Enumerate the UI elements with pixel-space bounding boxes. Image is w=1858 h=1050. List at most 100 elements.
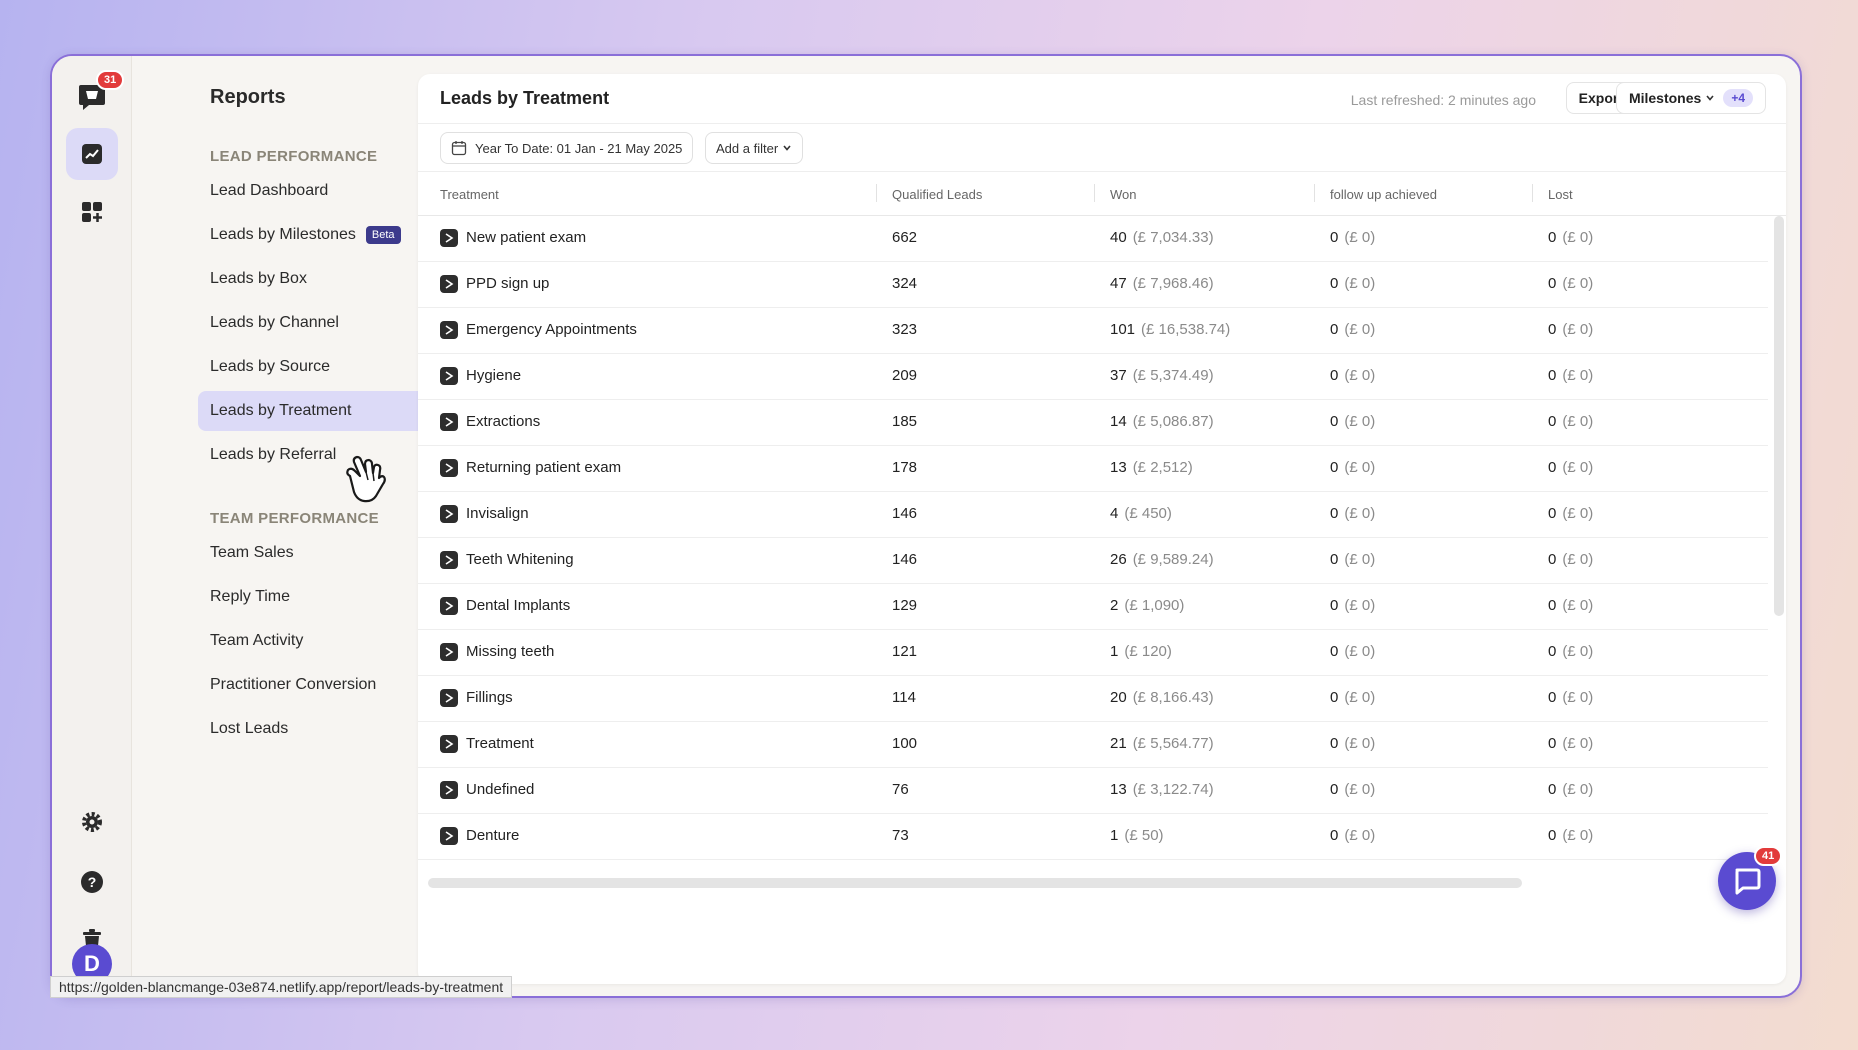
lost-cell: 0 (£ 0) xyxy=(1548,367,1593,384)
lost-count: 0 xyxy=(1548,551,1557,568)
follow-up-cell: 0 (£ 0) xyxy=(1330,275,1375,292)
table-row[interactable]: Treatment 100 21 (£ 5,564.77) 0 (£ 0) 0 (£ 0) xyxy=(418,722,1768,768)
follow-up-count: 0 xyxy=(1330,229,1339,246)
won-cell: 13 (£ 2,512) xyxy=(1110,459,1193,476)
column-header-qualified-leads[interactable]: Qualified Leads xyxy=(892,187,982,202)
report-header: Leads by Treatment Last refreshed: 2 min… xyxy=(418,74,1786,124)
gear-icon xyxy=(82,812,102,832)
treatment-name: Undefined xyxy=(466,781,535,798)
won-amount: (£ 50) xyxy=(1124,827,1164,844)
vertical-scrollbar[interactable] xyxy=(1774,216,1784,616)
follow-up-cell: 0 (£ 0) xyxy=(1330,551,1375,568)
won-count: 14 xyxy=(1110,413,1127,430)
follow-up-amount: (£ 0) xyxy=(1344,643,1376,660)
treatment-icon xyxy=(440,643,458,661)
qualified-leads-value: 323 xyxy=(892,321,918,338)
apps-rail-button[interactable] xyxy=(66,186,118,238)
svg-text:?: ? xyxy=(88,874,97,890)
follow-up-count: 0 xyxy=(1330,505,1339,522)
won-cell: 21 (£ 5,564.77) xyxy=(1110,735,1214,752)
lost-amount: (£ 0) xyxy=(1562,735,1594,752)
nav-leads-by-milestones[interactable]: Leads by Milestones Beta xyxy=(198,215,448,255)
reports-sidebar: Reports LEAD PERFORMANCE Lead Dashboard … xyxy=(132,56,448,996)
nav-lost-leads[interactable]: Lost Leads xyxy=(198,709,448,749)
won-amount: (£ 7,034.33) xyxy=(1132,229,1214,246)
help-rail-button[interactable]: ? xyxy=(66,856,118,908)
nav-team-activity[interactable]: Team Activity xyxy=(198,621,448,661)
follow-up-amount: (£ 0) xyxy=(1344,459,1376,476)
table-row[interactable]: Fillings 114 20 (£ 8,166.43) 0 (£ 0) 0 (£ 0) xyxy=(418,676,1768,722)
nav-leads-by-source[interactable]: Leads by Source xyxy=(198,347,448,387)
table-row[interactable]: Teeth Whitening 146 26 (£ 9,589.24) 0 (£ 0) 0 (… xyxy=(418,538,1768,584)
follow-up-cell: 0 (£ 0) xyxy=(1330,643,1375,660)
table-row[interactable]: Returning patient exam 178 13 (£ 2,512) 0 (£ … xyxy=(418,446,1768,492)
qualified-leads-value: 324 xyxy=(892,275,918,292)
nav-practitioner-conversion[interactable]: Practitioner Conversion xyxy=(198,665,448,705)
won-cell: 13 (£ 3,122.74) xyxy=(1110,781,1214,798)
nav-leads-by-box[interactable]: Leads by Box xyxy=(198,259,448,299)
won-amount: (£ 2,512) xyxy=(1132,459,1193,476)
won-count: 47 xyxy=(1110,275,1127,292)
sidebar-title: Reports xyxy=(210,86,286,108)
treatment-icon xyxy=(440,551,458,569)
status-bar-url: https://golden-blancmange-03e874.netlify… xyxy=(50,976,513,998)
nav-team-sales[interactable]: Team Sales xyxy=(198,533,448,573)
lost-cell: 0 (£ 0) xyxy=(1548,689,1593,706)
column-header-treatment[interactable]: Treatment xyxy=(440,187,499,202)
date-range-filter[interactable]: Year To Date: 01 Jan - 21 May 2025 xyxy=(440,132,694,164)
lost-count: 0 xyxy=(1548,505,1557,522)
follow-up-cell: 0 (£ 0) xyxy=(1330,459,1375,476)
lost-amount: (£ 0) xyxy=(1562,275,1594,292)
chat-launcher-button[interactable]: 41 xyxy=(1718,846,1783,910)
table-row[interactable]: Extractions 185 14 (£ 5,086.87) 0 (£ 0) 0 (£ 0) xyxy=(418,400,1768,446)
nav-label: Lead Dashboard xyxy=(210,182,329,199)
qualified-leads-value: 114 xyxy=(892,689,916,706)
table-body: New patient exam 662 40 (£ 7,034.33) 0 (£ 0) 0… xyxy=(418,216,1768,861)
qualified-leads-value: 146 xyxy=(892,551,918,568)
won-amount: (£ 8,166.43) xyxy=(1132,689,1214,706)
column-header-follow-up-achieved[interactable]: follow up achieved xyxy=(1330,187,1437,202)
table-row[interactable]: PPD sign up 324 47 (£ 7,968.46) 0 (£ 0) 0 (£ 0) xyxy=(418,262,1768,308)
add-filter-button[interactable]: Add a filter xyxy=(705,132,804,164)
won-cell: 1 (£ 120) xyxy=(1110,643,1172,660)
last-refreshed-text: Last refreshed: 2 minutes ago xyxy=(1350,92,1536,108)
column-divider xyxy=(1094,184,1095,202)
won-cell: 4 (£ 450) xyxy=(1110,505,1172,522)
table-row[interactable]: Undefined 76 13 (£ 3,122.74) 0 (£ 0) 0 (£ 0) xyxy=(418,768,1768,814)
nav-leads-by-channel[interactable]: Leads by Channel xyxy=(198,303,448,343)
table-row[interactable]: Dental Implants 129 2 (£ 1,090) 0 (£ 0) 0 (£ 0) xyxy=(418,584,1768,630)
treatment-name: Treatment xyxy=(466,735,534,752)
table-row[interactable]: Invisalign 146 4 (£ 450) 0 (£ 0) 0 (£ 0) xyxy=(418,492,1768,538)
follow-up-amount: (£ 0) xyxy=(1344,413,1376,430)
nav-leads-by-treatment[interactable]: Leads by Treatment xyxy=(198,391,448,431)
horizontal-scrollbar[interactable] xyxy=(428,878,1522,888)
nav-reply-time[interactable]: Reply Time xyxy=(198,577,448,617)
table-row[interactable]: Missing teeth 121 1 (£ 120) 0 (£ 0) 0 (£ 0) xyxy=(418,630,1768,676)
nav-lead-dashboard[interactable]: Lead Dashboard xyxy=(198,171,448,211)
follow-up-cell: 0 (£ 0) xyxy=(1330,229,1375,246)
won-cell: 101 (£ 16,538.74) xyxy=(1110,321,1230,338)
column-header-lost[interactable]: Lost xyxy=(1548,187,1573,202)
table-row[interactable]: Emergency Appointments 323 101 (£ 16,538.74… xyxy=(418,308,1768,354)
icon-rail: 31 ? D xyxy=(52,56,132,996)
milestones-extra-count: +4 xyxy=(1723,89,1753,107)
nav-leads-by-referral[interactable]: Leads by Referral xyxy=(198,435,448,475)
app-logo-button[interactable]: 31 xyxy=(66,70,125,122)
qualified-leads-value: 73 xyxy=(892,827,909,844)
won-amount: (£ 5,086.87) xyxy=(1132,413,1214,430)
milestones-dropdown[interactable]: Milestones +4 xyxy=(1615,82,1766,114)
won-amount: (£ 3,122.74) xyxy=(1132,781,1214,798)
table-row[interactable]: Denture 73 1 (£ 50) 0 (£ 0) 0 (£ 0) xyxy=(418,814,1768,860)
date-range-label: Year To Date: 01 Jan - 21 May 2025 xyxy=(475,140,683,156)
won-count: 13 xyxy=(1110,781,1127,798)
column-header-won[interactable]: Won xyxy=(1110,187,1137,202)
reports-rail-button[interactable] xyxy=(66,128,118,180)
follow-up-cell: 0 (£ 0) xyxy=(1330,827,1375,844)
report-panel: Leads by Treatment Last refreshed: 2 min… xyxy=(418,74,1786,984)
lost-count: 0 xyxy=(1548,689,1557,706)
table-row[interactable]: Hygiene 209 37 (£ 5,374.49) 0 (£ 0) 0 (£ 0) xyxy=(418,354,1768,400)
won-cell: 40 (£ 7,034.33) xyxy=(1110,229,1214,246)
table-row[interactable]: New patient exam 662 40 (£ 7,034.33) 0 (£ 0) 0… xyxy=(418,216,1768,262)
settings-rail-button[interactable] xyxy=(66,796,118,848)
follow-up-amount: (£ 0) xyxy=(1344,229,1376,246)
